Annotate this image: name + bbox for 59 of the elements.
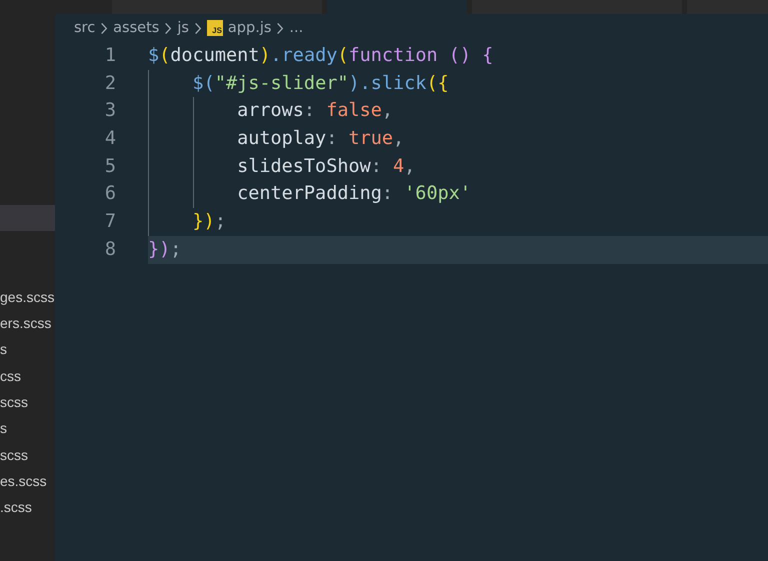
line-number: 8 [104,238,117,262]
code-token: document [170,44,260,68]
code-token: ; [170,238,182,262]
code-token: }) [192,210,215,234]
chevron-icon [164,22,172,34]
breadcrumb-item[interactable]: js [177,20,189,36]
code-token: slidesToShow [237,154,371,179]
code-token: $( [192,72,215,96]
file-item[interactable] [0,205,55,232]
code-token: function [348,44,438,68]
code-token: : [370,154,383,179]
code-token: , [382,99,394,124]
code-token: ; [214,210,226,234]
file-item[interactable]: scss [0,389,55,416]
breadcrumb-item[interactable]: assets [113,20,160,36]
file-item[interactable]: .scss [0,494,55,521]
line-number: 2 [104,72,117,96]
line-number: 4 [104,127,117,152]
code-token: : [382,182,394,206]
breadcrumb-item[interactable]: src [74,20,96,36]
code-token: "#js-slider" [214,72,348,96]
code-token: false [326,99,382,124]
file-item[interactable]: s [0,336,55,363]
line-number: 6 [104,182,117,206]
chevron-icon [100,22,108,34]
file-item[interactable]: s [0,415,55,442]
code-token: ({ [426,72,449,96]
file-item[interactable]: ges.scss [0,284,55,310]
code-token: ( [337,44,348,68]
code-token: 4 [393,154,404,179]
code-token: '60px' [404,182,471,206]
code-token: () { [448,44,494,68]
breadcrumb-item[interactable]: ... [289,20,304,36]
file-item[interactable]: es.scss [0,468,55,494]
code-token: }) [148,238,170,262]
code-token: ( [159,44,170,68]
line-number: 3 [104,99,117,124]
code-token: $ [148,44,160,68]
code-token: , [393,127,404,152]
file-item[interactable]: css [0,362,55,390]
code-token: autoplay [237,127,326,152]
code-token: : [326,127,338,152]
code-token: ).slick [348,72,426,96]
code-token: : [304,99,316,124]
line-number: 5 [104,154,117,179]
code-token: centerPadding [237,182,382,206]
code-token: .ready [270,44,338,68]
code-token: arrows [237,99,304,124]
line-number: 1 [104,44,117,68]
file-item[interactable]: ers.scss [0,310,55,336]
code-token: , [404,154,416,179]
breadcrumb-item[interactable]: app.js [228,20,272,36]
file-item[interactable]: scss [0,442,55,468]
chevron-icon [194,22,202,34]
code-token: ) [259,44,271,68]
line-number: 7 [104,210,117,234]
js-file-icon: JS [206,20,223,36]
code-token: true [348,127,394,152]
chevron-icon [276,22,284,34]
